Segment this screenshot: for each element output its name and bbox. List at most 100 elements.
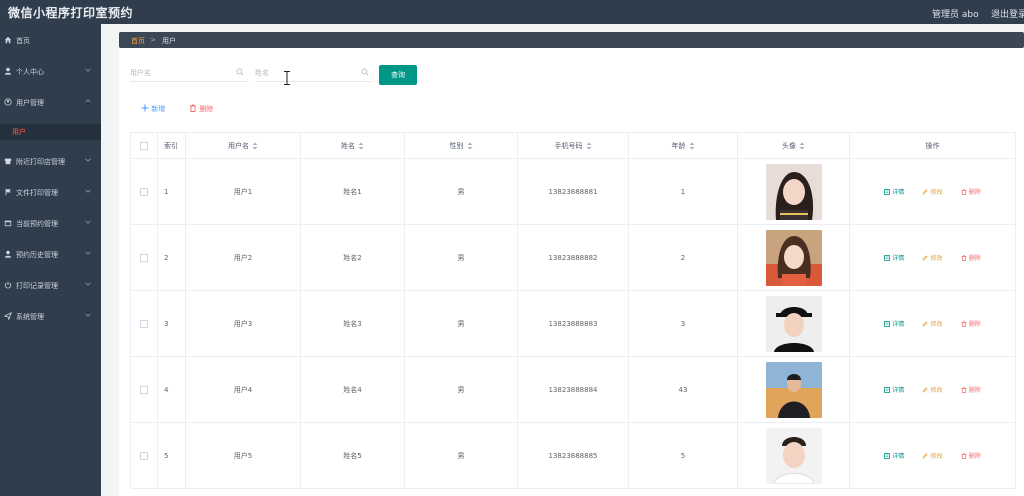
- table-row: 1 用户1 姓名1 男 13823888881 1 详情 修改 删除: [130, 158, 1016, 225]
- header-gender-label: 性别: [449, 141, 464, 150]
- sidebar-item-label: 用户管理: [16, 99, 44, 107]
- header-name[interactable]: 姓名: [300, 132, 405, 159]
- sidebar-item-personal[interactable]: 个人中心: [0, 62, 101, 82]
- cell-gender: 男: [404, 158, 518, 225]
- avatar-image[interactable]: [765, 427, 822, 484]
- delete-button[interactable]: 删除: [961, 253, 981, 262]
- search-icon: [236, 68, 244, 76]
- name-search-field: [255, 64, 372, 82]
- logout-link[interactable]: 退出登录: [991, 7, 1024, 20]
- edit-button[interactable]: 修改: [922, 187, 943, 196]
- avatar-image[interactable]: [765, 361, 822, 418]
- cell-index: 3: [157, 290, 186, 357]
- row-checkbox[interactable]: [140, 451, 148, 460]
- row-checkbox[interactable]: [140, 253, 148, 262]
- cell-name: 姓名1: [300, 158, 405, 225]
- row-select-cell[interactable]: [130, 422, 158, 489]
- avatar-image[interactable]: [765, 163, 822, 220]
- edit-icon: [923, 255, 929, 261]
- edit-button[interactable]: 修改: [922, 451, 943, 460]
- header-age-label: 年龄: [671, 141, 686, 150]
- cell-phone: 13823888885: [517, 422, 629, 489]
- document-icon: [884, 387, 891, 393]
- cell-index: 1: [157, 158, 186, 225]
- row-checkbox[interactable]: [140, 319, 148, 328]
- username-search-input[interactable]: [130, 66, 230, 80]
- edit-button[interactable]: 修改: [922, 385, 943, 394]
- sidebar-item-booking-history[interactable]: 预约历史管理: [0, 245, 101, 265]
- cell-username: 用户4: [185, 356, 301, 423]
- sidebar-subitem-user[interactable]: 用户: [0, 124, 101, 140]
- sort-icon[interactable]: [586, 142, 592, 150]
- sidebar-item-home[interactable]: 首页: [0, 31, 101, 51]
- detail-button[interactable]: 详情: [884, 253, 904, 262]
- avatar-image[interactable]: [765, 295, 822, 352]
- sort-icon[interactable]: [799, 142, 805, 150]
- name-search-input[interactable]: [255, 66, 355, 80]
- plus-icon: [141, 104, 149, 112]
- chevron-down-icon: [85, 158, 91, 162]
- row-select-cell[interactable]: [130, 224, 158, 291]
- query-button[interactable]: 查询: [379, 65, 417, 85]
- edit-label: 修改: [930, 387, 943, 394]
- detail-label: 详情: [892, 189, 905, 196]
- sidebar-item-users[interactable]: 用户管理: [0, 93, 101, 113]
- delete-button[interactable]: 删除: [961, 451, 981, 460]
- add-button[interactable]: 新增: [141, 104, 165, 114]
- header-gender[interactable]: 性别: [404, 132, 518, 159]
- chevron-up-icon: [85, 99, 91, 103]
- detail-button[interactable]: 详情: [884, 319, 904, 328]
- sidebar: 首页 个人中心 用户管理 用户 附近打印店管理 文件打印管理 当前预约管理 预约…: [0, 24, 101, 496]
- cell-phone: 13823888883: [517, 290, 629, 357]
- header-avatar[interactable]: 头像: [737, 132, 850, 159]
- header-phone[interactable]: 手机号码: [517, 132, 629, 159]
- cell-phone: 13823888884: [517, 356, 629, 423]
- detail-button[interactable]: 详情: [884, 385, 904, 394]
- row-select-cell[interactable]: [130, 158, 158, 225]
- header-username-label: 用户名: [228, 141, 249, 150]
- row-select-cell[interactable]: [130, 356, 158, 423]
- sidebar-item-label: 当前预约管理: [16, 220, 58, 228]
- top-bar: 微信小程序打印室预约 管理员 abo 退出登录: [0, 0, 1024, 24]
- edit-button[interactable]: 修改: [922, 319, 943, 328]
- detail-button[interactable]: 详情: [884, 187, 904, 196]
- detail-label: 详情: [892, 255, 905, 262]
- edit-button[interactable]: 修改: [922, 253, 943, 262]
- avatar-image[interactable]: [765, 229, 822, 286]
- batch-delete-button[interactable]: 删除: [189, 104, 213, 114]
- header-select-all[interactable]: [130, 132, 158, 159]
- detail-button[interactable]: 详情: [884, 451, 904, 460]
- sort-icon[interactable]: [252, 142, 258, 150]
- edit-label: 修改: [930, 321, 943, 328]
- search-icon: [361, 68, 369, 76]
- row-select-cell[interactable]: [130, 290, 158, 357]
- select-all-checkbox[interactable]: [140, 141, 148, 150]
- sort-icon[interactable]: [689, 142, 695, 150]
- cell-gender: 男: [404, 224, 518, 291]
- sidebar-item-stores[interactable]: 附近打印店管理: [0, 152, 101, 172]
- breadcrumb-home[interactable]: 首页: [131, 36, 145, 46]
- cell-name: 姓名2: [300, 224, 405, 291]
- delete-button[interactable]: 删除: [961, 187, 981, 196]
- row-checkbox[interactable]: [140, 187, 148, 196]
- sidebar-item-label: 预约历史管理: [16, 251, 58, 259]
- header-age[interactable]: 年龄: [628, 132, 738, 159]
- sidebar-item-print-records[interactable]: 打印记录管理: [0, 276, 101, 296]
- header-phone-label: 手机号码: [554, 141, 583, 150]
- sidebar-item-file-print[interactable]: 文件打印管理: [0, 183, 101, 203]
- chevron-down-icon: [85, 68, 91, 72]
- sidebar-item-system[interactable]: 系统管理: [0, 307, 101, 327]
- edit-label: 修改: [930, 255, 943, 262]
- edit-icon: [923, 321, 929, 327]
- sort-icon[interactable]: [358, 142, 364, 150]
- row-checkbox[interactable]: [140, 385, 148, 394]
- delete-button[interactable]: 删除: [961, 319, 981, 328]
- cell-name: 姓名5: [300, 422, 405, 489]
- cell-ops: 详情 修改 删除: [849, 356, 1016, 423]
- cell-avatar: [737, 158, 850, 225]
- delete-button[interactable]: 删除: [961, 385, 981, 394]
- cell-age: 1: [628, 158, 738, 225]
- header-username[interactable]: 用户名: [185, 132, 301, 159]
- sidebar-item-current-booking[interactable]: 当前预约管理: [0, 214, 101, 234]
- sort-icon[interactable]: [467, 142, 473, 150]
